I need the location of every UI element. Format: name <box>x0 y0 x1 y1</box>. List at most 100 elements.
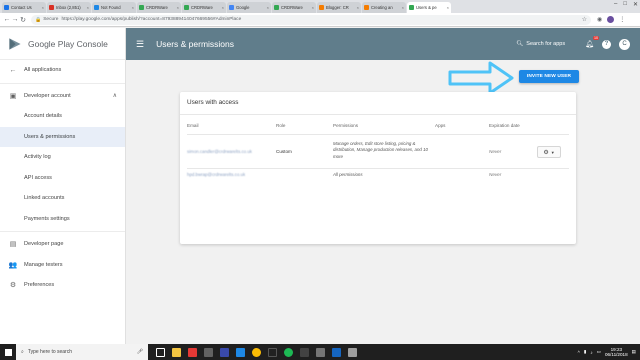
sidebar-item-preferences[interactable]: ⚙ Preferences <box>0 275 125 296</box>
sidebar-item-manage-testers[interactable]: 👥 Manage testers <box>0 255 125 276</box>
account-avatar[interactable]: C <box>619 38 630 50</box>
browser-tab[interactable]: CRDRWare × <box>272 2 316 13</box>
sidebar-item-all-applications[interactable]: ← All applications <box>0 60 125 81</box>
taskbar-search-placeholder: Type here to search <box>27 349 73 355</box>
tab-label: Creating an <box>371 5 393 10</box>
annotation-arrow-icon <box>448 61 514 95</box>
table-row[interactable]: hpd.bwrap@crdrwarelts.co.uk All permissi… <box>187 170 569 182</box>
notifications-icon[interactable]: 🔔︎ 10 <box>585 36 599 48</box>
microphone-icon[interactable]: 🎤︎ <box>137 349 143 355</box>
gear-icon: ⚙ <box>543 149 549 156</box>
close-icon[interactable]: × <box>267 5 269 10</box>
google-play-icon <box>274 5 279 10</box>
browser-tab[interactable]: CRDRWare × <box>182 2 226 13</box>
notification-center-icon[interactable]: ▤ <box>632 349 636 355</box>
back-icon[interactable]: ← <box>3 16 11 23</box>
bookmark-star-icon[interactable]: ☆ <box>582 16 587 23</box>
maximize-icon[interactable]: □ <box>623 1 627 8</box>
sidebar-item-developer-account[interactable]: ▣ Developer account ∧ <box>0 86 125 107</box>
volume-icon[interactable]: ♪ <box>590 350 592 355</box>
forward-icon[interactable]: → <box>11 16 19 23</box>
sidebar-item-users-permissions[interactable]: Users & permissions <box>0 126 125 147</box>
sidebar: Google Play Console ← All applications ▣… <box>0 28 126 344</box>
chrome-icon[interactable] <box>252 347 261 357</box>
app-icon[interactable] <box>300 347 309 357</box>
app-icon[interactable] <box>316 347 325 357</box>
file-explorer-icon[interactable] <box>172 347 181 357</box>
sidebar-item-payments-settings[interactable]: Payments settings <box>0 209 125 230</box>
tab-favicon-icon <box>94 5 99 10</box>
close-icon[interactable]: × <box>447 5 449 10</box>
menu-icon[interactable]: ☰ <box>136 39 144 50</box>
app-icon[interactable] <box>204 347 213 357</box>
table-header: Email Role Permissions Apps Expiration d… <box>187 123 569 131</box>
users-card: Users with access Email Role Permissions… <box>180 92 576 244</box>
search-icon[interactable]: 🔍︎ <box>516 41 523 47</box>
brand-header[interactable]: Google Play Console <box>0 28 125 60</box>
app-icon[interactable] <box>348 347 357 357</box>
address-bar: ← → ↻ 🔒 Secure https://play.google.com/a… <box>0 13 640 27</box>
app-icon[interactable] <box>268 347 277 357</box>
card-title: Users with access <box>187 99 239 106</box>
sidebar-item-api-access[interactable]: API access <box>0 168 125 189</box>
tray-chevron-icon[interactable]: ^ <box>578 350 580 355</box>
network-icon[interactable]: ▮ <box>584 349 587 355</box>
close-icon[interactable]: × <box>177 5 179 10</box>
sidebar-item-label: API access <box>24 174 52 181</box>
sidebar-item-label: Activity log <box>24 154 51 161</box>
invite-new-user-button[interactable]: INVITE NEW USER <box>519 70 579 83</box>
clock[interactable]: 19:23 06/11/2018 <box>605 347 628 357</box>
start-button[interactable] <box>0 344 16 360</box>
minimize-icon[interactable]: – <box>614 1 617 8</box>
task-view-icon[interactable] <box>156 347 165 357</box>
browser-tab[interactable]: Creating an × <box>362 2 406 13</box>
close-icon[interactable]: × <box>312 5 314 10</box>
browser-tab[interactable]: Contact Us × <box>2 2 46 13</box>
sidebar-item-label: Developer page <box>24 241 64 248</box>
close-icon[interactable]: × <box>87 5 89 10</box>
user-actions-button[interactable]: ⚙ ▼ <box>537 146 561 158</box>
divider <box>180 114 576 115</box>
account-box-icon: ▣ <box>9 92 17 100</box>
language-icon[interactable]: ▭ <box>597 349 601 355</box>
tab-label: Blogger: CR <box>326 5 349 10</box>
browser-tab[interactable]: Blogger: CR × <box>317 2 361 13</box>
table-row[interactable]: simon.candler@crdrwarelts.co.uk Custom M… <box>187 140 569 166</box>
brand-title: Google Play Console <box>28 38 108 49</box>
sidebar-item-label: Users & permissions <box>24 133 76 140</box>
sidebar-item-developer-page[interactable]: ▤ Developer page <box>0 234 125 255</box>
browser-tab[interactable]: Inbox (2,851) × <box>47 2 91 13</box>
sidebar-item-label: Manage testers <box>24 261 63 268</box>
word-icon[interactable] <box>332 347 341 357</box>
close-window-icon[interactable]: ✕ <box>633 1 638 8</box>
close-icon[interactable]: × <box>42 5 44 10</box>
browser-profile-icon[interactable] <box>607 16 615 23</box>
close-icon[interactable]: × <box>132 5 134 10</box>
sidebar-item-activity-log[interactable]: Activity log <box>0 147 125 168</box>
close-icon[interactable]: × <box>357 5 359 10</box>
url-input[interactable]: 🔒 Secure https://play.google.com/apps/pu… <box>31 14 591 25</box>
user-permissions: Manage orders, Edit store listing, prici… <box>333 141 428 159</box>
secure-label: Secure <box>43 17 59 22</box>
browser-tab-active[interactable]: Users & pe × <box>407 2 451 13</box>
arrow-back-icon: ← <box>9 66 17 74</box>
help-icon[interactable]: ? <box>602 39 611 49</box>
app-icon[interactable] <box>220 347 229 357</box>
spotify-icon[interactable] <box>284 347 293 357</box>
app-icon[interactable] <box>188 347 197 357</box>
browser-menu-icon[interactable]: ⋮ <box>619 16 625 23</box>
reload-icon[interactable]: ↻ <box>19 16 27 24</box>
extension-icon[interactable]: ◉ <box>597 16 602 23</box>
sidebar-item-account-details[interactable]: Account details <box>0 106 125 127</box>
close-icon[interactable]: × <box>402 5 404 10</box>
search-apps-label[interactable]: Search for apps <box>526 41 565 47</box>
taskbar-search-input[interactable]: ⌕ Type here to search 🎤︎ <box>16 344 148 360</box>
browser-tab[interactable]: CRDRWare × <box>137 2 181 13</box>
close-icon[interactable]: × <box>222 5 224 10</box>
browser-tab[interactable]: Not Found × <box>92 2 136 13</box>
visual-studio-icon[interactable] <box>236 347 245 357</box>
system-tray: ^ ▮ ♪ ▭ 19:23 06/11/2018 ▤ <box>578 347 640 357</box>
chevron-up-icon: ∧ <box>112 93 117 100</box>
sidebar-item-linked-accounts[interactable]: Linked accounts <box>0 188 125 209</box>
browser-tab[interactable]: Google × <box>227 2 271 13</box>
